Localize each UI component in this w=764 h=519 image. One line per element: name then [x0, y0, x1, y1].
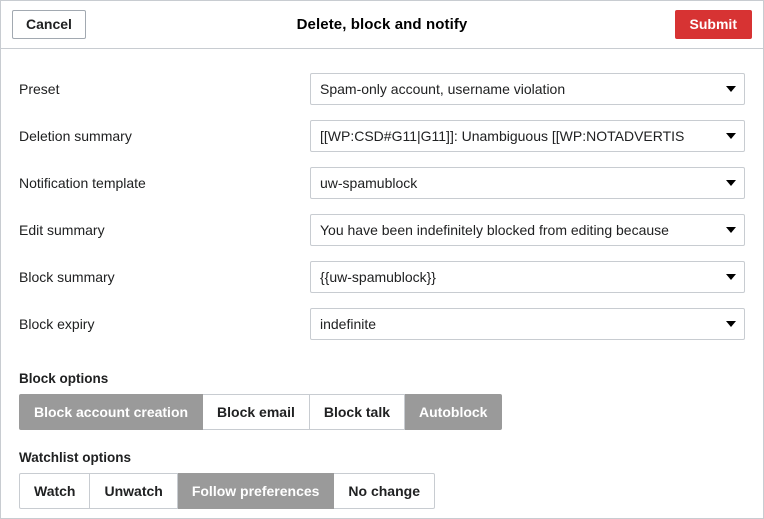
label-block-expiry: Block expiry — [19, 315, 95, 332]
block-options-section: Block options Block account creation Blo… — [1, 371, 763, 430]
select-edit-summary[interactable]: You have been indefinitely blocked from … — [310, 213, 745, 246]
chevron-down-icon — [726, 320, 736, 327]
watchlist-options-heading: Watchlist options — [19, 450, 131, 465]
label-block-summary: Block summary — [19, 268, 115, 285]
select-notification-template[interactable]: uw-spamublock — [310, 166, 745, 199]
block-option-autoblock[interactable]: Autoblock — [405, 394, 503, 430]
select-preset-value: Spam-only account, username violation — [320, 80, 566, 97]
chevron-down-icon — [726, 132, 736, 139]
block-option-block-talk[interactable]: Block talk — [309, 394, 406, 430]
block-option-block-account-creation[interactable]: Block account creation — [19, 394, 204, 430]
chevron-down-icon — [726, 85, 736, 92]
select-notification-template-value: uw-spamublock — [320, 174, 418, 191]
label-deletion-summary: Deletion summary — [19, 127, 132, 144]
block-options-button-group: Block account creation Block email Block… — [19, 394, 503, 430]
dialog-header: Cancel Delete, block and notify Submit — [1, 1, 763, 49]
field-row-edit-summary: Edit summary You have been indefinitely … — [1, 206, 763, 253]
watchlist-option-follow-preferences[interactable]: Follow preferences — [177, 473, 335, 509]
field-row-block-summary: Block summary {{uw-spamublock}} — [1, 253, 763, 300]
select-block-summary-value: {{uw-spamublock}} — [320, 268, 436, 285]
select-deletion-summary-value: [[WP:CSD#G11|G11]]: Unambiguous [[WP:NOT… — [320, 127, 685, 144]
select-block-expiry[interactable]: indefinite — [310, 307, 745, 340]
dialog-title: Delete, block and notify — [296, 16, 468, 33]
watchlist-option-no-change[interactable]: No change — [334, 473, 435, 509]
block-option-block-email[interactable]: Block email — [203, 394, 310, 430]
chevron-down-icon — [726, 226, 736, 233]
submit-button[interactable]: Submit — [674, 10, 752, 39]
select-block-summary[interactable]: {{uw-spamublock}} — [310, 260, 745, 293]
label-edit-summary: Edit summary — [19, 221, 105, 238]
chevron-down-icon — [726, 273, 736, 280]
watchlist-option-unwatch[interactable]: Unwatch — [90, 473, 178, 509]
select-block-expiry-value: indefinite — [320, 315, 377, 332]
watchlist-options-section: Watchlist options Watch Unwatch Follow p… — [1, 450, 763, 509]
field-row-preset: Preset Spam-only account, username viola… — [1, 65, 763, 112]
label-preset: Preset — [19, 80, 60, 97]
select-deletion-summary[interactable]: [[WP:CSD#G11|G11]]: Unambiguous [[WP:NOT… — [310, 119, 745, 152]
watchlist-option-watch[interactable]: Watch — [19, 473, 91, 509]
dialog-window: Cancel Delete, block and notify Submit P… — [0, 0, 764, 519]
watchlist-options-button-group: Watch Unwatch Follow preferences No chan… — [19, 473, 435, 509]
field-row-deletion-summary: Deletion summary [[WP:CSD#G11|G11]]: Una… — [1, 112, 763, 159]
chevron-down-icon — [726, 179, 736, 186]
select-edit-summary-value: You have been indefinitely blocked from … — [320, 221, 669, 238]
block-options-heading: Block options — [19, 371, 109, 386]
field-row-block-expiry: Block expiry indefinite — [1, 300, 763, 347]
field-row-notification-template: Notification template uw-spamublock — [1, 159, 763, 206]
label-notification-template: Notification template — [19, 174, 146, 191]
dialog-body: Preset Spam-only account, username viola… — [1, 49, 763, 518]
cancel-button[interactable]: Cancel — [12, 10, 86, 39]
select-preset[interactable]: Spam-only account, username violation — [310, 72, 745, 105]
